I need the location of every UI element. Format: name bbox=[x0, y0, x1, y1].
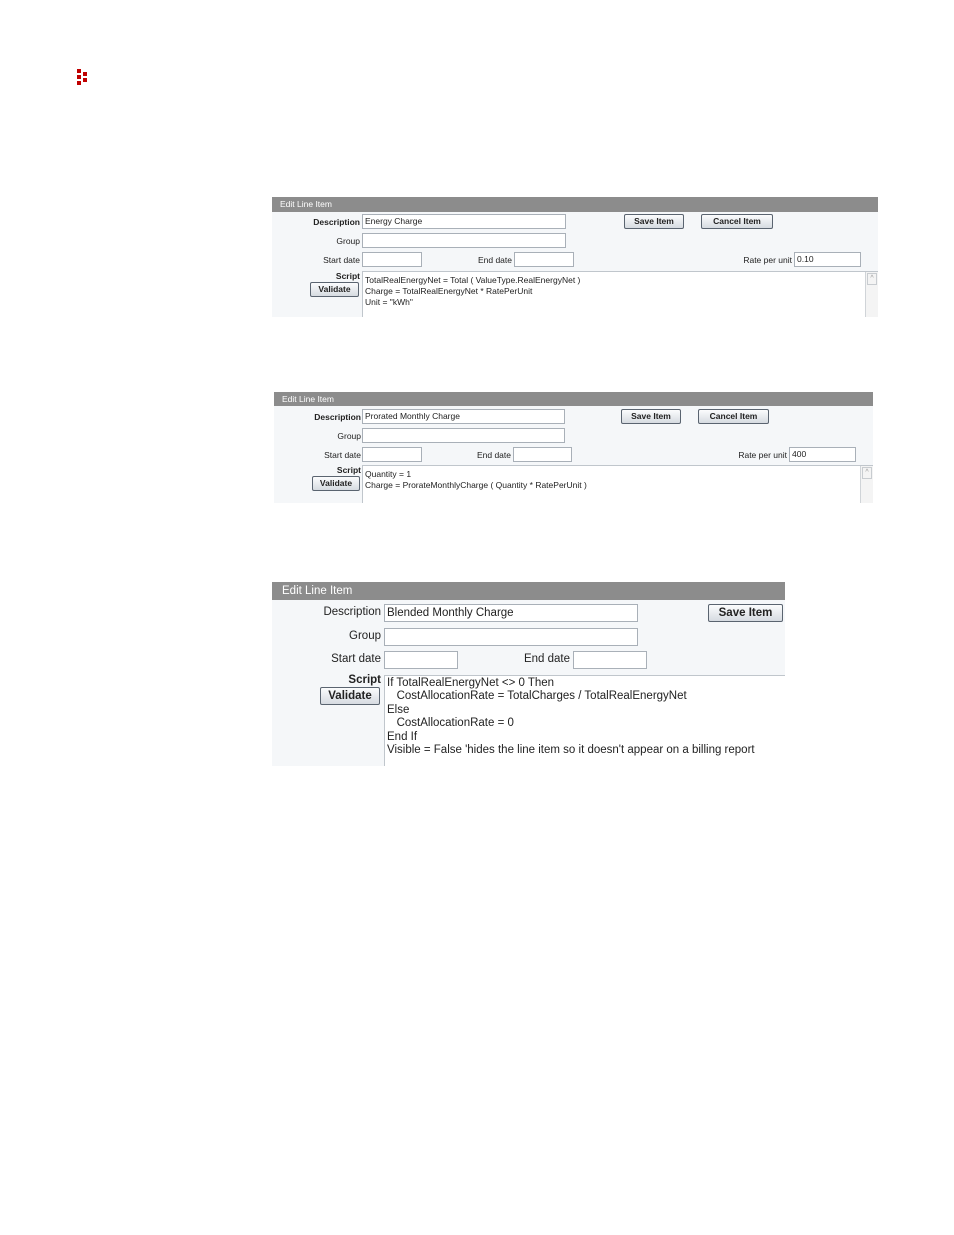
script-editor[interactable]: If TotalRealEnergyNet <> 0 Then CostAllo… bbox=[384, 675, 785, 766]
start-date-input[interactable] bbox=[362, 447, 422, 462]
save-item-button[interactable]: Save Item bbox=[621, 409, 681, 424]
group-input[interactable] bbox=[384, 628, 638, 646]
script-label: Script bbox=[335, 271, 360, 281]
panel-header: Edit Line Item bbox=[272, 582, 785, 600]
description-input[interactable]: Blended Monthly Charge bbox=[384, 604, 638, 622]
panel-header: Edit Line Item bbox=[272, 197, 878, 212]
logo-icon bbox=[77, 69, 91, 85]
script-line: If TotalRealEnergyNet <> 0 Then bbox=[387, 677, 555, 689]
group-input[interactable] bbox=[362, 233, 566, 248]
script-label: Script bbox=[336, 465, 361, 475]
script-line: TotalRealEnergyNet = Total ( ValueType.R… bbox=[365, 275, 581, 285]
validate-button[interactable]: Validate bbox=[320, 687, 380, 705]
end-date-label: End date bbox=[477, 255, 512, 265]
description-label: Description bbox=[313, 217, 360, 227]
end-date-label: End date bbox=[476, 450, 511, 460]
script-line: End If bbox=[387, 730, 418, 743]
script-line: CostAllocationRate = TotalCharges / Tota… bbox=[387, 690, 687, 703]
edit-line-item-panel-prorated: Edit Line Item Description Prorated Mont… bbox=[274, 392, 873, 503]
rate-per-unit-input[interactable]: 0.10 bbox=[794, 252, 861, 267]
save-item-button[interactable]: Save Item bbox=[624, 214, 684, 229]
end-date-input[interactable] bbox=[573, 651, 647, 669]
script-line: Charge = ProrateMonthlyCharge ( Quantity… bbox=[365, 480, 587, 490]
start-date-label: Start date bbox=[324, 450, 361, 460]
scrollbar[interactable]: ^ bbox=[865, 272, 878, 317]
end-date-input[interactable] bbox=[513, 447, 572, 462]
rate-per-unit-input[interactable]: 400 bbox=[789, 447, 856, 462]
script-line: Visible = False 'hides the line item so … bbox=[387, 744, 755, 757]
edit-line-item-panel-blended: Edit Line Item Description Blended Month… bbox=[272, 582, 785, 766]
validate-button[interactable]: Validate bbox=[312, 476, 360, 491]
scroll-up-icon[interactable]: ^ bbox=[867, 273, 877, 285]
panel-header: Edit Line Item bbox=[274, 392, 873, 406]
description-input[interactable]: Energy Charge bbox=[362, 214, 566, 229]
script-line: Else bbox=[387, 703, 410, 716]
start-date-label: Start date bbox=[331, 653, 381, 665]
document-page: Edit Line Item Description Energy Charge… bbox=[0, 0, 954, 1235]
group-label: Group bbox=[349, 630, 381, 642]
save-item-button[interactable]: Save Item bbox=[708, 604, 783, 622]
description-label: Description bbox=[314, 412, 361, 422]
cancel-item-button[interactable]: Cancel Item bbox=[698, 409, 769, 424]
group-label: Group bbox=[337, 431, 361, 441]
scrollbar[interactable]: ^ bbox=[860, 466, 873, 503]
script-line: Unit = "kWh" bbox=[365, 297, 413, 307]
group-label: Group bbox=[336, 236, 360, 246]
script-line: Charge = TotalRealEnergyNet * RatePerUni… bbox=[365, 286, 533, 296]
rate-per-unit-label: Rate per unit bbox=[743, 255, 792, 265]
rate-per-unit-label: Rate per unit bbox=[738, 450, 787, 460]
description-input[interactable]: Prorated Monthly Charge bbox=[362, 409, 565, 424]
end-date-label: End date bbox=[523, 653, 570, 665]
script-editor[interactable]: Quantity = 1 Charge = ProrateMonthlyChar… bbox=[362, 465, 873, 503]
edit-line-item-panel-energy: Edit Line Item Description Energy Charge… bbox=[272, 197, 878, 317]
script-label: Script bbox=[348, 674, 381, 686]
validate-button[interactable]: Validate bbox=[310, 282, 359, 297]
group-input[interactable] bbox=[362, 428, 565, 443]
end-date-input[interactable] bbox=[514, 252, 574, 267]
start-date-input[interactable] bbox=[362, 252, 422, 267]
cancel-item-button[interactable]: Cancel Item bbox=[701, 214, 773, 229]
start-date-input[interactable] bbox=[384, 651, 458, 669]
script-line: Quantity = 1 bbox=[365, 469, 412, 479]
script-editor[interactable]: TotalRealEnergyNet = Total ( ValueType.R… bbox=[362, 271, 878, 317]
script-line: CostAllocationRate = 0 bbox=[387, 717, 514, 730]
description-label: Description bbox=[323, 606, 381, 618]
start-date-label: Start date bbox=[323, 255, 360, 265]
scroll-up-icon[interactable]: ^ bbox=[862, 467, 872, 479]
